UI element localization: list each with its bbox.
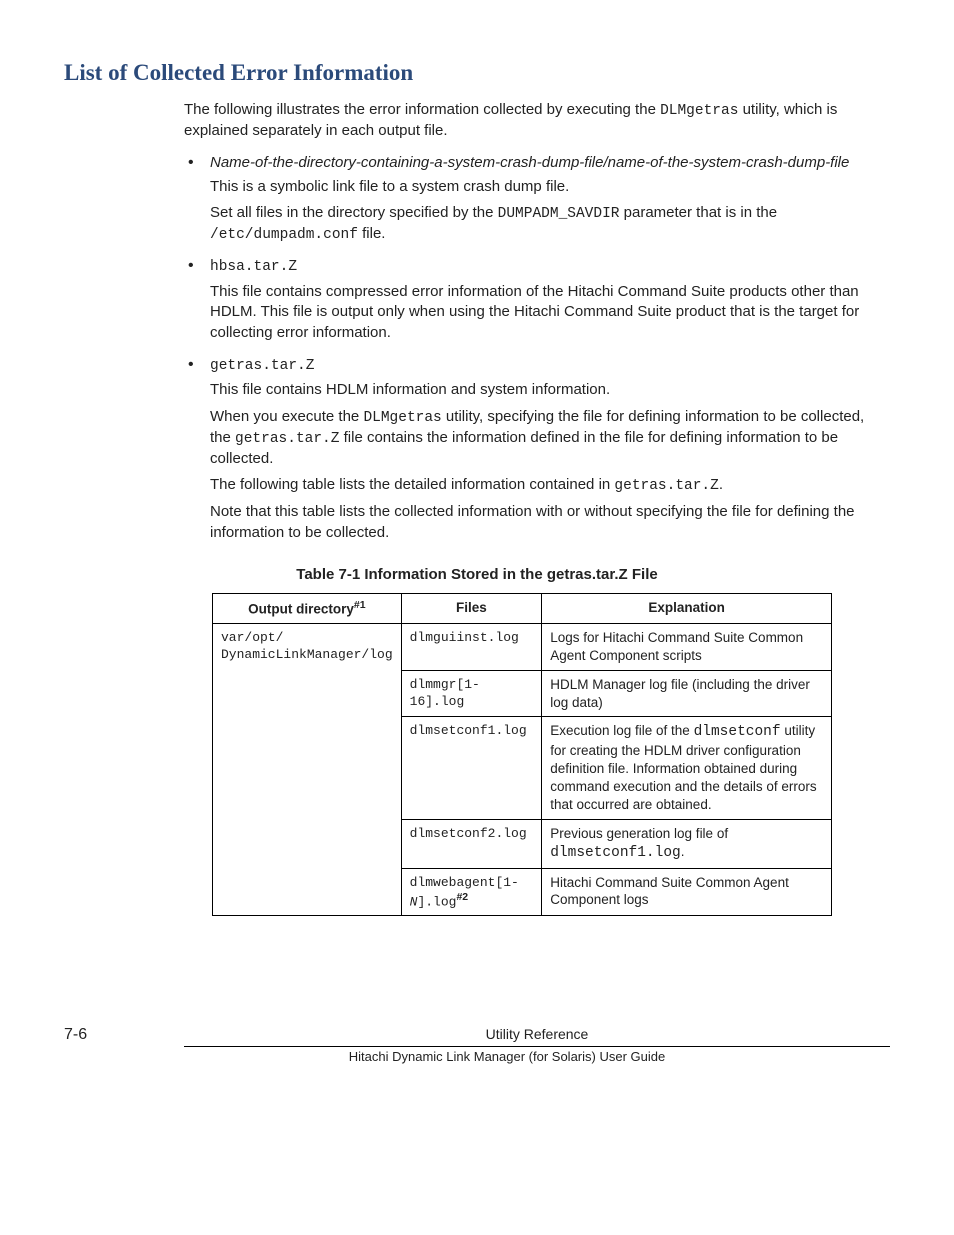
- bullet3-p3: The following table lists the detailed i…: [210, 475, 880, 496]
- bullet3-p2: When you execute the DLMgetras utility, …: [210, 407, 880, 470]
- table-row: var/opt/ DynamicLinkManager/log dlmguiin…: [213, 624, 832, 671]
- cell-file: dlmwebagent[1-N].log#2: [401, 868, 542, 916]
- cell-expl: Previous generation log file of dlmsetco…: [542, 819, 832, 868]
- page-number: 7-6: [64, 1026, 184, 1044]
- th-files: Files: [401, 593, 542, 623]
- table-caption: Table 7-1 Information Stored in the getr…: [64, 566, 890, 583]
- bullet1-p2: Set all files in the directory specified…: [210, 203, 880, 245]
- body-content: The following illustrates the error info…: [184, 100, 880, 544]
- bullet1-title: Name-of-the-directory-containing-a-syste…: [210, 154, 849, 171]
- info-table: Output directory#1 Files Explanation var…: [212, 593, 832, 917]
- page-footer: 7-6 Utility Reference Hitachi Dynamic Li…: [64, 1026, 890, 1064]
- bullet2-title: hbsa.tar.Z: [210, 259, 297, 275]
- section-heading: List of Collected Error Information: [64, 60, 890, 86]
- footer-rule: [184, 1046, 890, 1047]
- cell-expl: HDLM Manager log file (including the dri…: [542, 670, 832, 717]
- bullet1-p1: This is a symbolic link file to a system…: [210, 177, 880, 198]
- bullet3-p1: This file contains HDLM information and …: [210, 380, 880, 401]
- bullet2-p1: This file contains compressed error info…: [210, 282, 880, 344]
- cell-file: dlmsetconf2.log: [401, 819, 542, 868]
- footer-title: Utility Reference: [184, 1026, 890, 1042]
- cell-expl: Hitachi Command Suite Common Agent Compo…: [542, 868, 832, 916]
- th-output-dir: Output directory#1: [213, 593, 402, 623]
- intro-paragraph: The following illustrates the error info…: [184, 100, 880, 142]
- cell-expl: Execution log file of the dlmsetconf uti…: [542, 717, 832, 819]
- bullet-item-3: getras.tar.Z This file contains HDLM inf…: [184, 354, 880, 544]
- bullet-item-2: hbsa.tar.Z This file contains compressed…: [184, 255, 880, 343]
- bullet-list: Name-of-the-directory-containing-a-syste…: [184, 152, 880, 544]
- cell-expl: Logs for Hitachi Command Suite Common Ag…: [542, 624, 832, 671]
- cell-file: dlmsetconf1.log: [401, 717, 542, 819]
- th-explanation: Explanation: [542, 593, 832, 623]
- cell-file: dlmguiinst.log: [401, 624, 542, 671]
- bullet3-title: getras.tar.Z: [210, 358, 314, 374]
- cell-dir: var/opt/ DynamicLinkManager/log: [213, 624, 402, 916]
- footer-subtitle: Hitachi Dynamic Link Manager (for Solari…: [124, 1049, 890, 1064]
- bullet3-p4: Note that this table lists the collected…: [210, 502, 880, 543]
- bullet-item-1: Name-of-the-directory-containing-a-syste…: [184, 152, 880, 246]
- cell-file: dlmmgr[1-16].log: [401, 670, 542, 717]
